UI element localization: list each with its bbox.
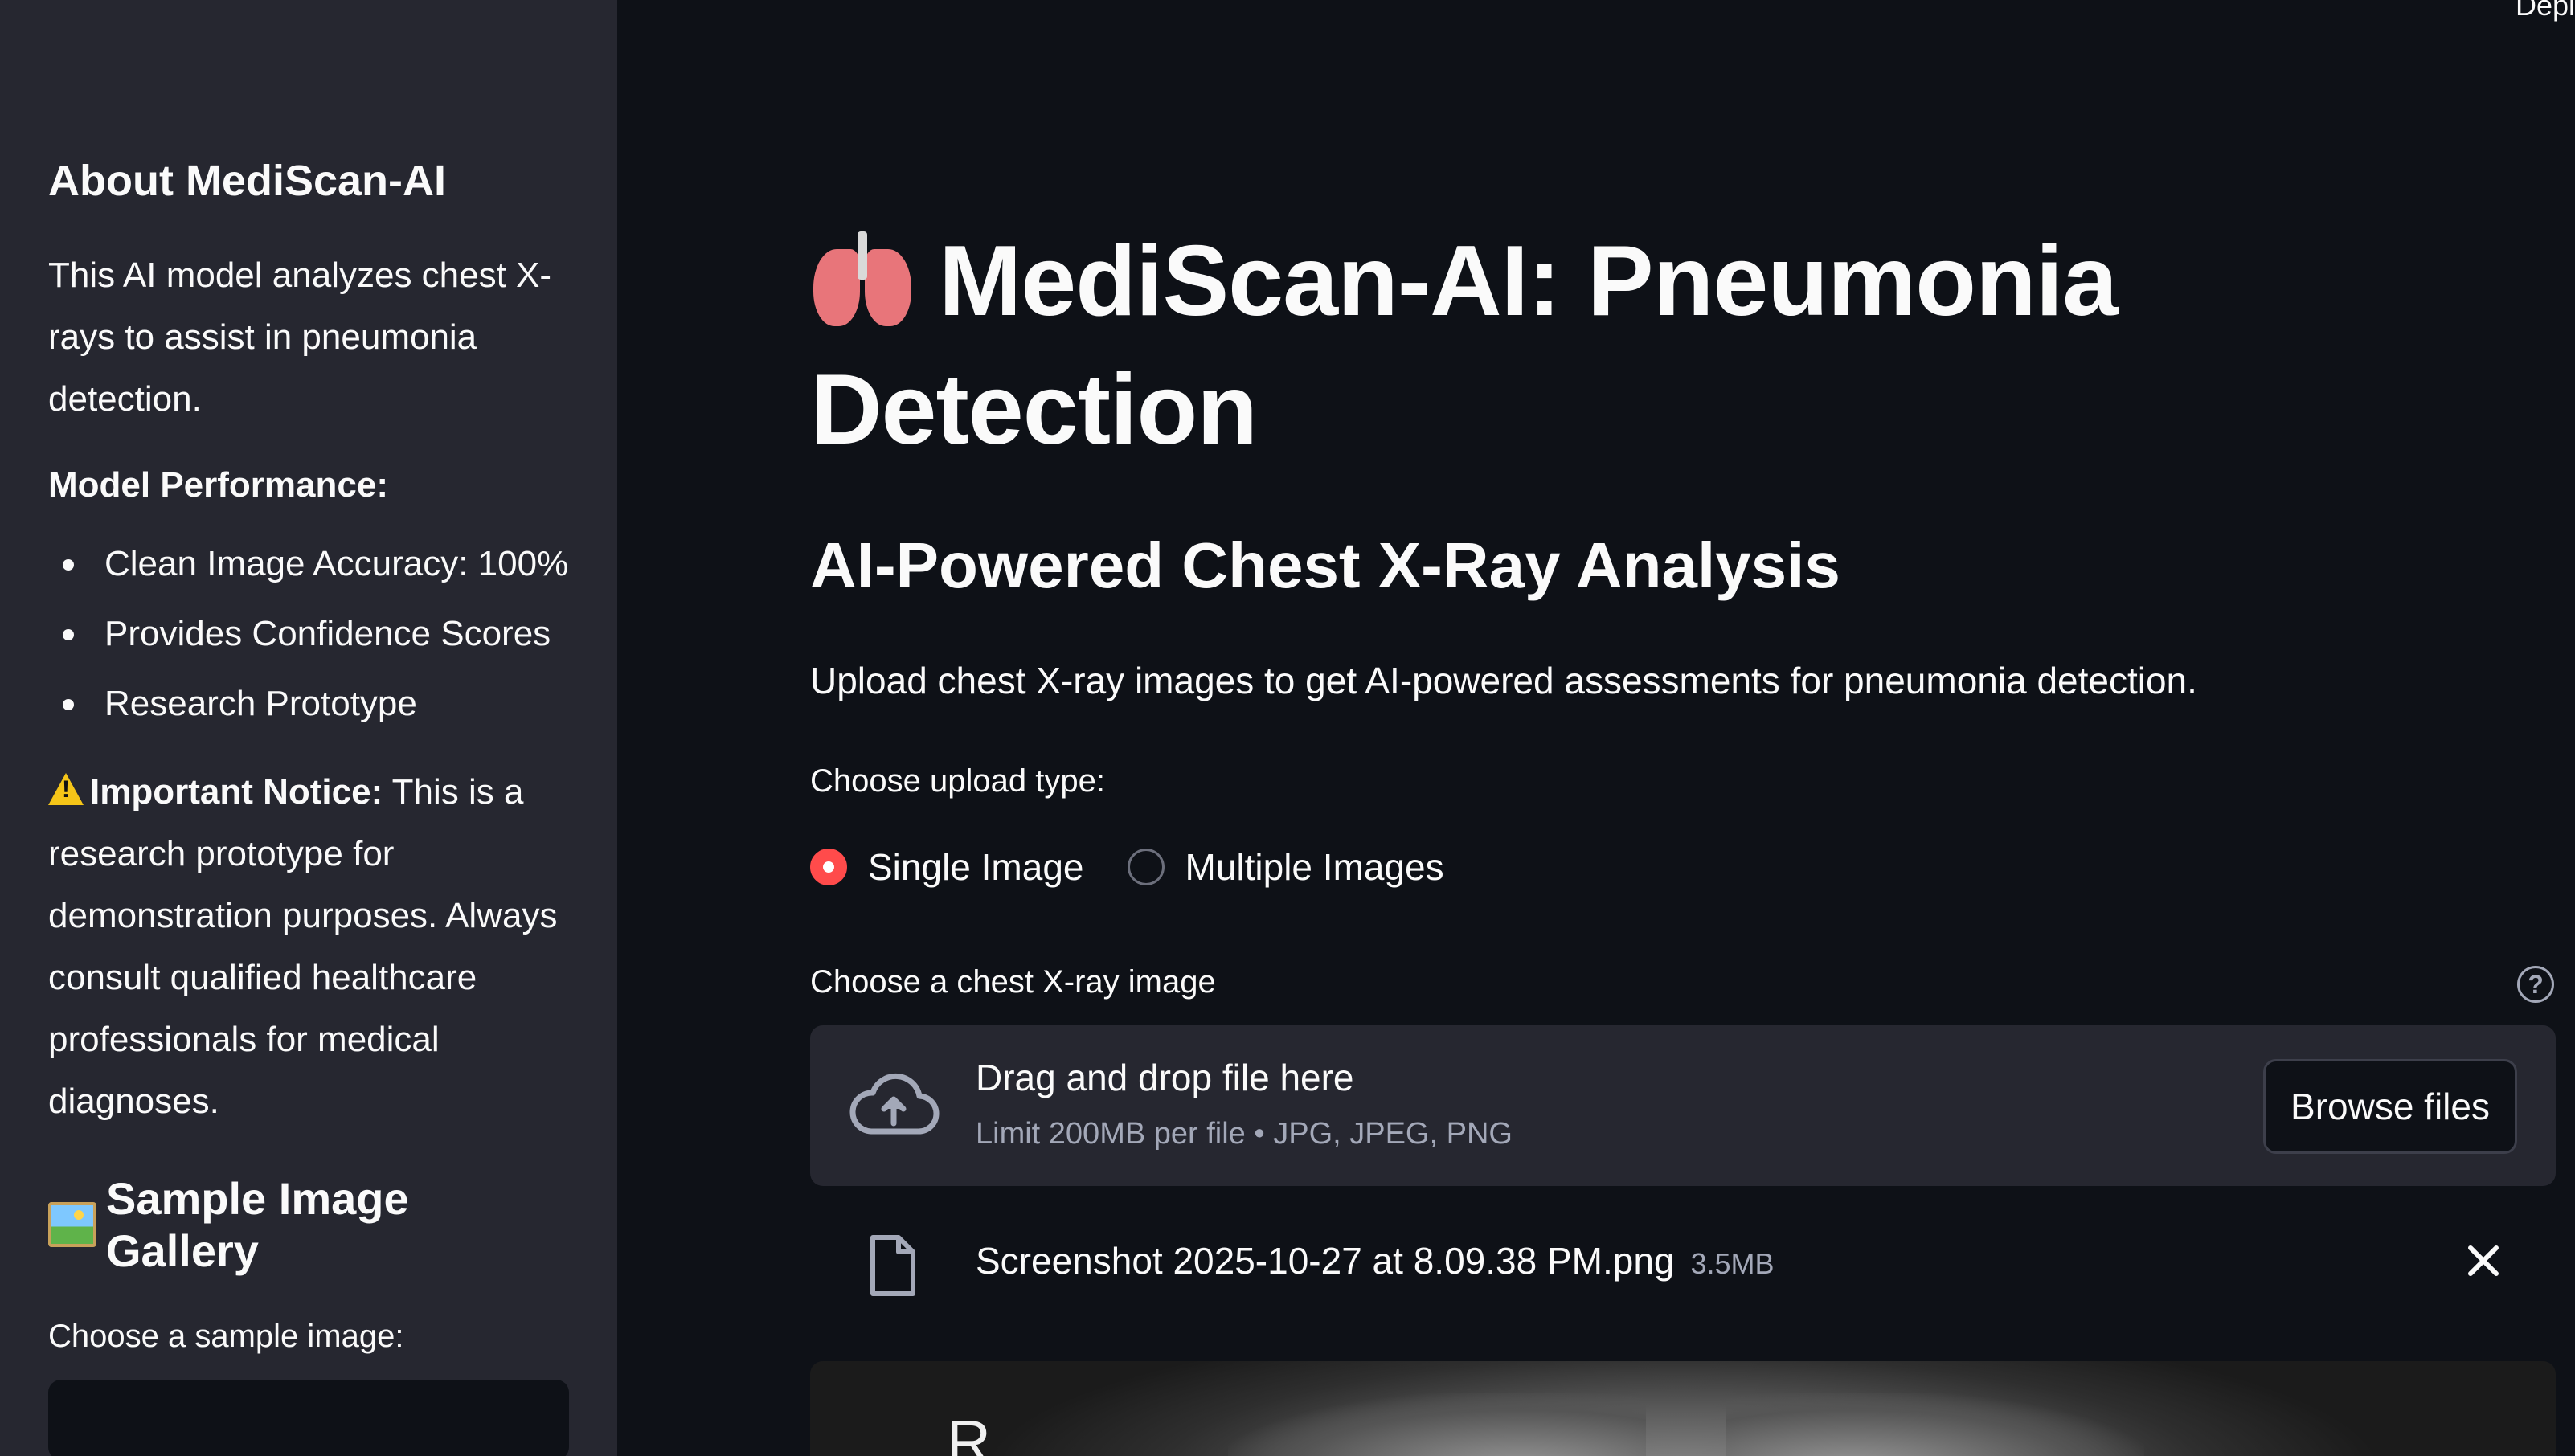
notice-text: This is a research prototype for demonst… [48, 772, 558, 1122]
file-dropzone[interactable]: Drag and drop file here Limit 200MB per … [810, 1025, 2556, 1186]
file-name-text: Screenshot 2025-10-27 at 8.09.38 PM.png [976, 1240, 1675, 1282]
browse-files-button[interactable]: Browse files [2263, 1059, 2517, 1154]
upload-cloud-icon [849, 1073, 940, 1135]
upload-type-label: Choose upload type: [810, 763, 1105, 799]
important-notice: Important Notice: This is a research pro… [48, 761, 569, 1132]
file-icon [870, 1235, 915, 1296]
warning-icon [48, 773, 84, 806]
radio-multiple-images-label: Multiple Images [1185, 846, 1444, 888]
remove-file-button[interactable] [2459, 1237, 2507, 1286]
uploader-label: Choose a chest X-ray image [810, 964, 1216, 1000]
file-size: 3.5MB [1690, 1247, 1775, 1280]
radio-single-image[interactable]: Single Image [810, 845, 1084, 889]
sidebar: About MediScan-AI This AI model analyzes… [0, 0, 617, 1456]
radio-multiple-images[interactable]: Multiple Images [1127, 845, 1444, 889]
sample-select-label: Choose a sample image: [48, 1319, 404, 1355]
upload-type-radio-group: Single Image Multiple Images [810, 845, 1488, 889]
list-item: Research Prototype [48, 669, 569, 738]
close-icon [2468, 1245, 2499, 1276]
gallery-title-text: Sample Image Gallery [106, 1173, 409, 1277]
lungs-icon [810, 231, 915, 326]
radio-unchecked-icon[interactable] [1127, 849, 1165, 885]
radio-single-image-label: Single Image [868, 846, 1084, 888]
page-title-text: MediScan-AI: Pneumonia Detection [810, 226, 2118, 465]
page-subtitle: AI-Powered Chest X-Ray Analysis [810, 530, 1840, 601]
page-description: Upload chest X-ray images to get AI-powe… [810, 660, 2197, 701]
xray-image-preview: R [810, 1361, 2556, 1456]
performance-title: Model Performance: [48, 465, 388, 505]
page-title: MediScan-AI: Pneumonia Detection [810, 217, 2257, 474]
uploaded-file-row: Screenshot 2025-10-27 at 8.09.38 PM.png 3… [810, 1229, 2556, 1302]
deploy-label[interactable]: Depl [2516, 0, 2575, 22]
about-intro: This AI model analyzes chest X-rays to a… [48, 256, 552, 419]
performance-list: Clean Image Accuracy: 100% Provides Conf… [48, 529, 569, 738]
radio-checked-icon[interactable] [810, 849, 847, 885]
notice-label: Important Notice: [90, 772, 383, 812]
list-item: Provides Confidence Scores [48, 599, 569, 669]
sample-image-select[interactable] [48, 1380, 569, 1456]
dropzone-limit: Limit 200MB per file • JPG, JPEG, PNG [976, 1117, 1513, 1151]
file-name: Screenshot 2025-10-27 at 8.09.38 PM.png 3… [976, 1239, 1775, 1282]
xray-marker: R [947, 1409, 991, 1456]
about-title: About MediScan-AI [48, 157, 446, 205]
help-icon[interactable]: ? [2517, 966, 2554, 1003]
list-item: Clean Image Accuracy: 100% [48, 529, 569, 599]
picture-icon [48, 1202, 96, 1248]
dropzone-title: Drag and drop file here [976, 1057, 1354, 1098]
gallery-title: Sample Image Gallery [48, 1172, 569, 1277]
